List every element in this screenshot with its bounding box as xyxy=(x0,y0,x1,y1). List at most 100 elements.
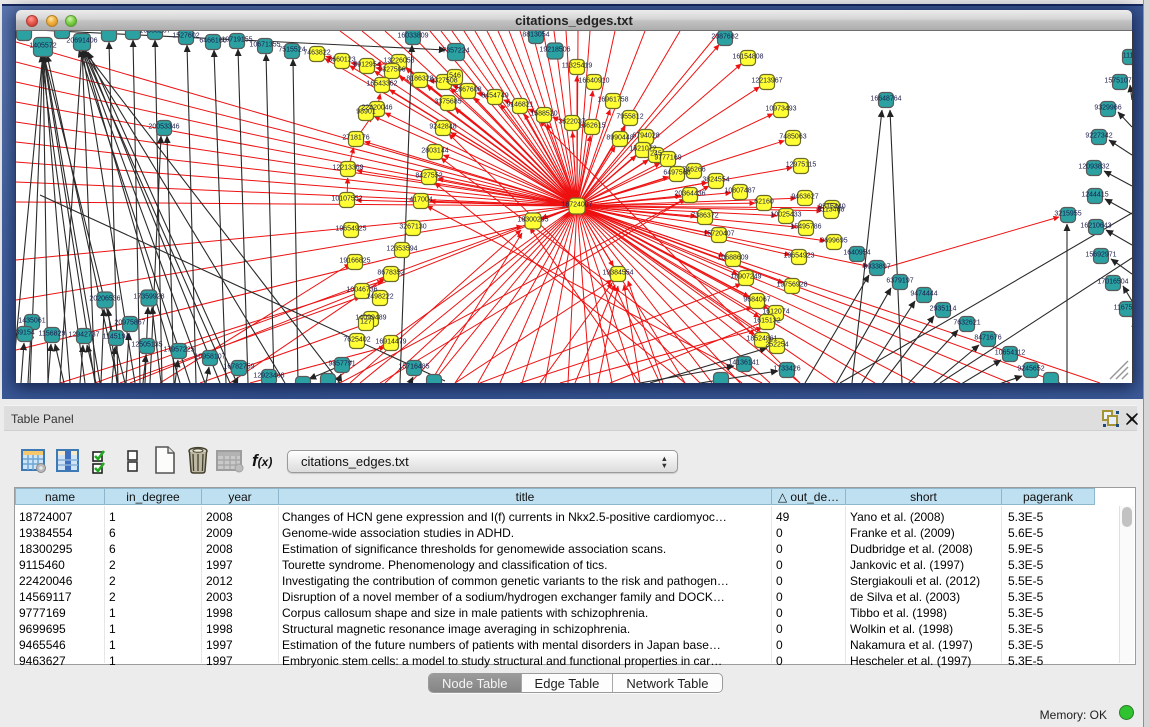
svg-text:9146821: 9146821 xyxy=(506,102,533,109)
svg-text:12353594: 12353594 xyxy=(386,246,417,253)
svg-text:417004: 417004 xyxy=(409,197,432,204)
svg-text:15751074: 15751074 xyxy=(1104,78,1132,85)
svg-text:19654923: 19654923 xyxy=(783,253,814,260)
svg-text:1640954: 1640954 xyxy=(843,250,870,257)
svg-text:252254: 252254 xyxy=(765,342,788,349)
svg-text:15692971: 15692971 xyxy=(1085,252,1116,259)
svg-text:17016504: 17016504 xyxy=(1097,279,1128,286)
svg-text:16648764: 16648764 xyxy=(870,96,901,103)
svg-text:9777169: 9777169 xyxy=(654,155,681,162)
svg-text:98901: 98901 xyxy=(356,109,376,116)
svg-text:1527602: 1527602 xyxy=(172,33,199,40)
svg-text:1362615: 1362615 xyxy=(578,123,605,130)
svg-text:12975115: 12975115 xyxy=(786,162,817,169)
svg-text:10719155: 10719155 xyxy=(221,37,252,44)
svg-text:8990448: 8990448 xyxy=(606,135,633,142)
svg-text:16543362: 16543362 xyxy=(366,81,397,88)
svg-text:9684067: 9684067 xyxy=(743,297,770,304)
svg-text:19218506: 19218506 xyxy=(539,47,570,54)
svg-text:18724007: 18724007 xyxy=(561,202,592,209)
svg-text:127: 127 xyxy=(360,319,372,326)
svg-text:14136141: 14136141 xyxy=(728,360,759,367)
svg-text:19756928: 19756928 xyxy=(776,282,807,289)
svg-text:2718176: 2718176 xyxy=(342,135,369,142)
svg-text:9474444: 9474444 xyxy=(910,291,937,298)
svg-text:15495786: 15495786 xyxy=(790,224,821,231)
svg-text:8471676: 8471676 xyxy=(974,335,1001,342)
svg-text:7386372: 7386372 xyxy=(691,213,718,220)
svg-text:16961758: 16961758 xyxy=(597,97,628,104)
svg-text:10671355: 10671355 xyxy=(249,42,280,49)
svg-text:1405572: 1405572 xyxy=(29,43,56,50)
svg-text:1733426: 1733426 xyxy=(773,366,800,373)
svg-text:10107552: 10107552 xyxy=(331,196,362,203)
svg-text:8660123: 8660123 xyxy=(328,57,355,64)
svg-text:13226058: 13226058 xyxy=(383,58,414,65)
svg-text:19166825: 19166825 xyxy=(339,258,370,265)
svg-text:7955812: 7955812 xyxy=(616,114,643,121)
svg-text:9327506: 9327506 xyxy=(378,67,405,74)
svg-text:1612074: 1612074 xyxy=(762,309,789,316)
svg-text:6794028: 6794028 xyxy=(632,133,659,140)
svg-text:1498222: 1498222 xyxy=(366,294,393,301)
svg-text:1435061: 1435061 xyxy=(18,318,45,325)
svg-text:9245652: 9245652 xyxy=(1017,366,1044,373)
svg-text:9857791: 9857791 xyxy=(328,361,355,368)
svg-text:2867608: 2867608 xyxy=(454,87,481,94)
svg-text:7515524: 7515524 xyxy=(278,47,305,54)
svg-text:3215955: 3215955 xyxy=(1054,211,1081,218)
svg-text:10654112: 10654112 xyxy=(995,350,1026,357)
svg-text:18300295: 18300295 xyxy=(517,217,548,224)
svg-text:10958107: 10958107 xyxy=(194,354,225,361)
svg-text:3824554: 3824554 xyxy=(702,177,729,184)
svg-text:1615132: 1615132 xyxy=(753,318,780,325)
svg-text:8813054: 8813054 xyxy=(522,32,549,39)
svg-text:1244415: 1244415 xyxy=(1081,192,1108,199)
svg-text:20053346: 20053346 xyxy=(148,124,179,131)
svg-text:9227342: 9227342 xyxy=(1085,133,1112,140)
svg-text:15720407: 15720407 xyxy=(703,231,734,238)
svg-text:20364436: 20364436 xyxy=(674,191,705,198)
svg-text:7632621: 7632621 xyxy=(953,320,980,327)
svg-text:9699695: 9699695 xyxy=(820,238,847,245)
svg-text:15716485: 15716485 xyxy=(398,364,429,371)
svg-text:17359928: 17359928 xyxy=(133,294,164,301)
svg-text:8454749: 8454749 xyxy=(481,93,508,100)
svg-text:16154808: 16154808 xyxy=(732,54,763,61)
svg-text:62160: 62160 xyxy=(754,199,774,206)
svg-text:3375685: 3375685 xyxy=(434,99,461,106)
svg-text:20691406: 20691406 xyxy=(66,38,97,45)
svg-text:7357224: 7357224 xyxy=(442,48,469,55)
svg-text:10553267: 10553267 xyxy=(139,31,170,35)
svg-text:8427552: 8427552 xyxy=(415,173,442,180)
svg-text:8678352: 8678352 xyxy=(377,270,404,277)
svg-text:20975867: 20975867 xyxy=(114,320,145,327)
svg-text:11325419: 11325419 xyxy=(562,63,593,70)
svg-text:12505135: 12505135 xyxy=(131,342,162,349)
svg-text:16782759: 16782759 xyxy=(223,364,254,371)
svg-text:6379197: 6379197 xyxy=(886,278,913,285)
svg-text:12093832: 12093832 xyxy=(1078,164,1109,171)
svg-text:10688609: 10688609 xyxy=(717,255,748,262)
svg-text:16033809: 16033809 xyxy=(397,33,428,40)
svg-text:7463822: 7463822 xyxy=(303,50,330,57)
svg-text:9463627: 9463627 xyxy=(791,194,818,201)
svg-text:1156829: 1156829 xyxy=(39,331,66,338)
svg-text:20206536: 20206536 xyxy=(89,296,120,303)
svg-text:6497568: 6497568 xyxy=(663,170,690,177)
svg-text:16914479: 16914479 xyxy=(375,339,406,346)
svg-text:7485063: 7485063 xyxy=(779,134,806,141)
svg-text:7625402: 7625402 xyxy=(343,337,370,344)
svg-text:19654925: 19654925 xyxy=(335,226,366,233)
svg-text:1588520: 1588520 xyxy=(530,111,557,118)
svg-text:12923468: 12923468 xyxy=(253,373,284,380)
svg-text:10046736: 10046736 xyxy=(346,287,377,294)
svg-text:9329966: 9329966 xyxy=(1094,105,1121,112)
svg-text:9113468: 9113468 xyxy=(818,207,845,214)
svg-text:39154: 39154 xyxy=(16,330,35,337)
svg-text:2935114: 2935114 xyxy=(930,306,957,313)
svg-text:1167533: 1167533 xyxy=(1114,305,1132,312)
svg-text:546: 546 xyxy=(449,73,461,80)
svg-text:1145194: 1145194 xyxy=(103,334,130,341)
svg-text:8933897: 8933897 xyxy=(863,264,890,271)
